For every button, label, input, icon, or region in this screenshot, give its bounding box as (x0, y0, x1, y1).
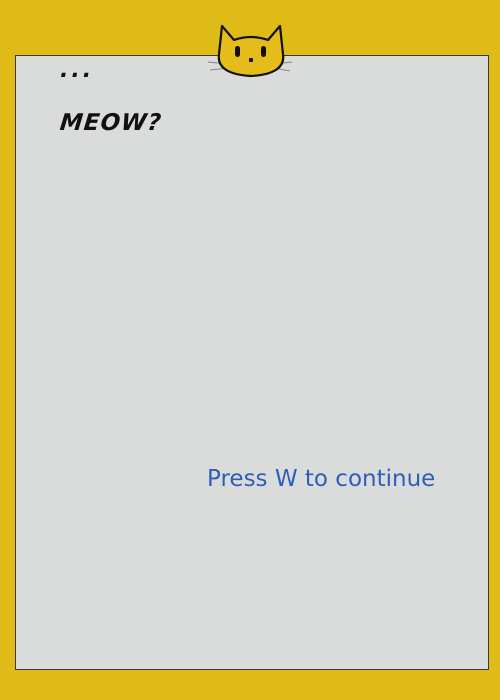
dialog-line-ellipsis: ... (60, 58, 95, 83)
continue-prompt[interactable]: Press W to continue (207, 466, 435, 492)
dialog-panel (15, 55, 489, 670)
dialog-line-meow: MEOW? (58, 110, 164, 136)
cat-face-icon (207, 24, 293, 78)
